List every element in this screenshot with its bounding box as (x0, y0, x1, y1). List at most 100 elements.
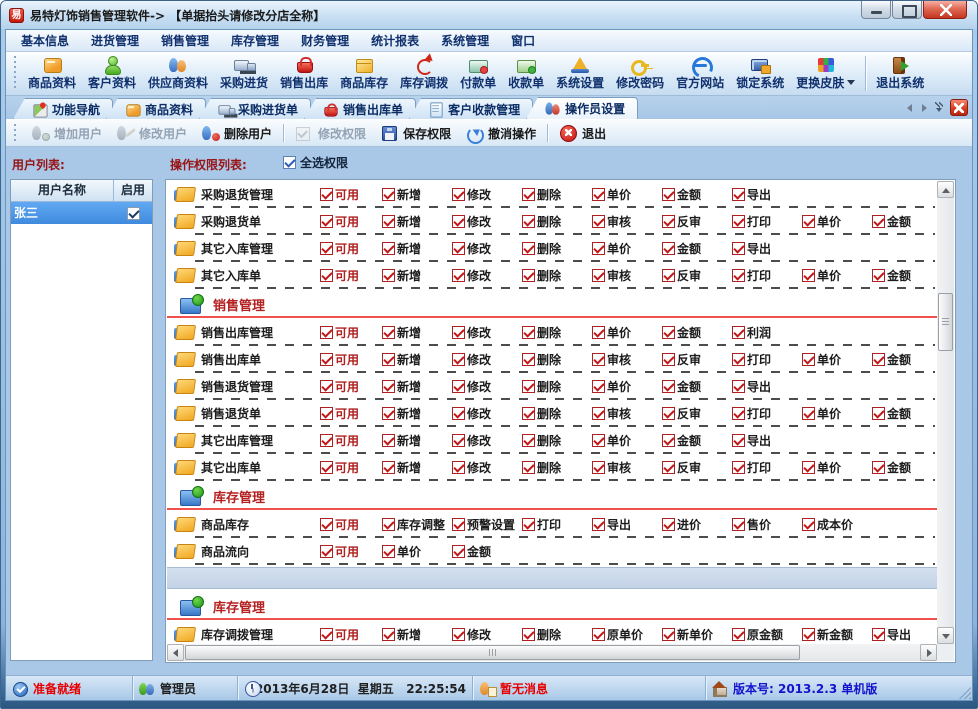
permission-checkbox[interactable] (382, 188, 395, 201)
menu-item-进货管理[interactable]: 进货管理 (80, 30, 150, 52)
permission-checkbox[interactable] (592, 461, 605, 474)
toolbar-button-商品资料[interactable]: 商品资料 (22, 52, 82, 95)
tab-商品资料[interactable]: 商品资料 (106, 98, 207, 119)
toolbar-button-收款单[interactable]: 收款单 (502, 52, 550, 95)
permission-checkbox[interactable] (452, 380, 465, 393)
vertical-scroll-thumb[interactable] (938, 293, 953, 351)
permission-checkbox[interactable] (732, 628, 745, 641)
maximize-button[interactable] (892, 1, 922, 19)
permission-checkbox[interactable] (382, 407, 395, 420)
permission-checkbox[interactable] (452, 326, 465, 339)
permission-checkbox[interactable] (452, 353, 465, 366)
permission-checkbox[interactable] (732, 269, 745, 282)
permission-checkbox[interactable] (662, 326, 675, 339)
user-row[interactable]: 张三 (11, 202, 152, 224)
permission-checkbox[interactable] (662, 407, 675, 420)
permission-checkbox[interactable] (320, 326, 333, 339)
menu-item-系统管理[interactable]: 系统管理 (430, 30, 500, 52)
permission-checkbox[interactable] (662, 380, 675, 393)
tab-客户收款管理[interactable]: 客户收款管理 (409, 98, 534, 119)
tab-scroll-left-icon[interactable] (899, 100, 913, 115)
action-button-撤消操作[interactable]: 撤消操作 (458, 123, 543, 144)
permission-checkbox[interactable] (732, 434, 745, 447)
permission-checkbox[interactable] (662, 269, 675, 282)
resize-grip[interactable] (959, 687, 971, 699)
permission-checkbox[interactable] (802, 407, 815, 420)
vertical-scrollbar[interactable] (937, 181, 954, 644)
permission-checkbox[interactable] (382, 518, 395, 531)
scroll-down-icon[interactable] (937, 627, 954, 644)
action-button-退出[interactable]: 退出 (552, 123, 613, 144)
permission-checkbox[interactable] (452, 188, 465, 201)
permission-checkbox[interactable] (592, 326, 605, 339)
permission-checkbox[interactable] (320, 242, 333, 255)
permission-checkbox[interactable] (592, 380, 605, 393)
permission-checkbox[interactable] (662, 628, 675, 641)
toolbar-button-商品库存[interactable]: 商品库存 (334, 52, 394, 95)
close-button[interactable] (923, 1, 967, 19)
permission-checkbox[interactable] (382, 353, 395, 366)
permission-checkbox[interactable] (732, 461, 745, 474)
toolbar-button-退出系统[interactable]: 退出系统 (870, 52, 930, 95)
permission-checkbox[interactable] (872, 407, 885, 420)
permission-checkbox[interactable] (382, 434, 395, 447)
permission-checkbox[interactable] (592, 434, 605, 447)
permission-checkbox[interactable] (802, 461, 815, 474)
permission-checkbox[interactable] (592, 628, 605, 641)
permission-checkbox[interactable] (382, 380, 395, 393)
permission-checkbox[interactable] (802, 353, 815, 366)
permission-checkbox[interactable] (592, 407, 605, 420)
toolbar-button-锁定系统[interactable]: 锁定系统 (730, 52, 790, 95)
permission-checkbox[interactable] (522, 215, 535, 228)
permission-checkbox[interactable] (320, 380, 333, 393)
permission-checkbox[interactable] (522, 326, 535, 339)
permission-checkbox[interactable] (732, 242, 745, 255)
permission-checkbox[interactable] (522, 628, 535, 641)
action-button-保存权限[interactable]: 保存权限 (373, 123, 458, 144)
permission-checkbox[interactable] (732, 353, 745, 366)
toolbar-button-客户资料[interactable]: 客户资料 (82, 52, 142, 95)
permission-checkbox[interactable] (592, 353, 605, 366)
permission-checkbox[interactable] (320, 215, 333, 228)
toolbar-button-付款单[interactable]: 付款单 (454, 52, 502, 95)
permission-checkbox[interactable] (662, 353, 675, 366)
tab-销售出库单[interactable]: 销售出库单 (304, 98, 417, 119)
permission-checkbox[interactable] (802, 518, 815, 531)
toolbar-button-供应商资料[interactable]: 供应商资料 (142, 52, 214, 95)
permission-checkbox[interactable] (382, 215, 395, 228)
permission-checkbox[interactable] (592, 215, 605, 228)
select-all-permissions[interactable]: 全选权限 (283, 154, 348, 171)
permission-checkbox[interactable] (872, 628, 885, 641)
permission-checkbox[interactable] (452, 434, 465, 447)
permission-checkbox[interactable] (802, 215, 815, 228)
permission-checkbox[interactable] (452, 407, 465, 420)
menu-item-库存管理[interactable]: 库存管理 (220, 30, 290, 52)
permission-checkbox[interactable] (872, 215, 885, 228)
toolbar-button-官方网站[interactable]: 官方网站 (670, 52, 730, 95)
permission-checkbox[interactable] (320, 518, 333, 531)
permission-checkbox[interactable] (522, 434, 535, 447)
permission-checkbox[interactable] (452, 545, 465, 558)
permission-checkbox[interactable] (452, 461, 465, 474)
permission-checkbox[interactable] (452, 518, 465, 531)
permission-checkbox[interactable] (320, 269, 333, 282)
toolbar-button-库存调拨[interactable]: 库存调拨 (394, 52, 454, 95)
toolbar-button-更换皮肤[interactable]: 更换皮肤 (790, 52, 861, 95)
permission-checkbox[interactable] (522, 380, 535, 393)
toolbar-button-修改密码[interactable]: 修改密码 (610, 52, 670, 95)
permission-checkbox[interactable] (522, 407, 535, 420)
permission-checkbox[interactable] (662, 188, 675, 201)
action-button-删除用户[interactable]: 删除用户 (194, 123, 279, 144)
permission-checkbox[interactable] (662, 215, 675, 228)
permission-checkbox[interactable] (320, 461, 333, 474)
toolbar-button-销售出库[interactable]: 销售出库 (274, 52, 334, 95)
permission-checkbox[interactable] (592, 188, 605, 201)
permission-checkbox[interactable] (320, 434, 333, 447)
menu-item-统计报表[interactable]: 统计报表 (360, 30, 430, 52)
tab-采购进货单[interactable]: 采购进货单 (199, 98, 312, 119)
permission-checkbox[interactable] (662, 242, 675, 255)
permission-checkbox[interactable] (732, 380, 745, 393)
tab-功能导航[interactable]: 功能导航 (13, 98, 114, 119)
user-enabled-column-header[interactable]: 启用 (114, 180, 152, 201)
permission-checkbox[interactable] (320, 545, 333, 558)
